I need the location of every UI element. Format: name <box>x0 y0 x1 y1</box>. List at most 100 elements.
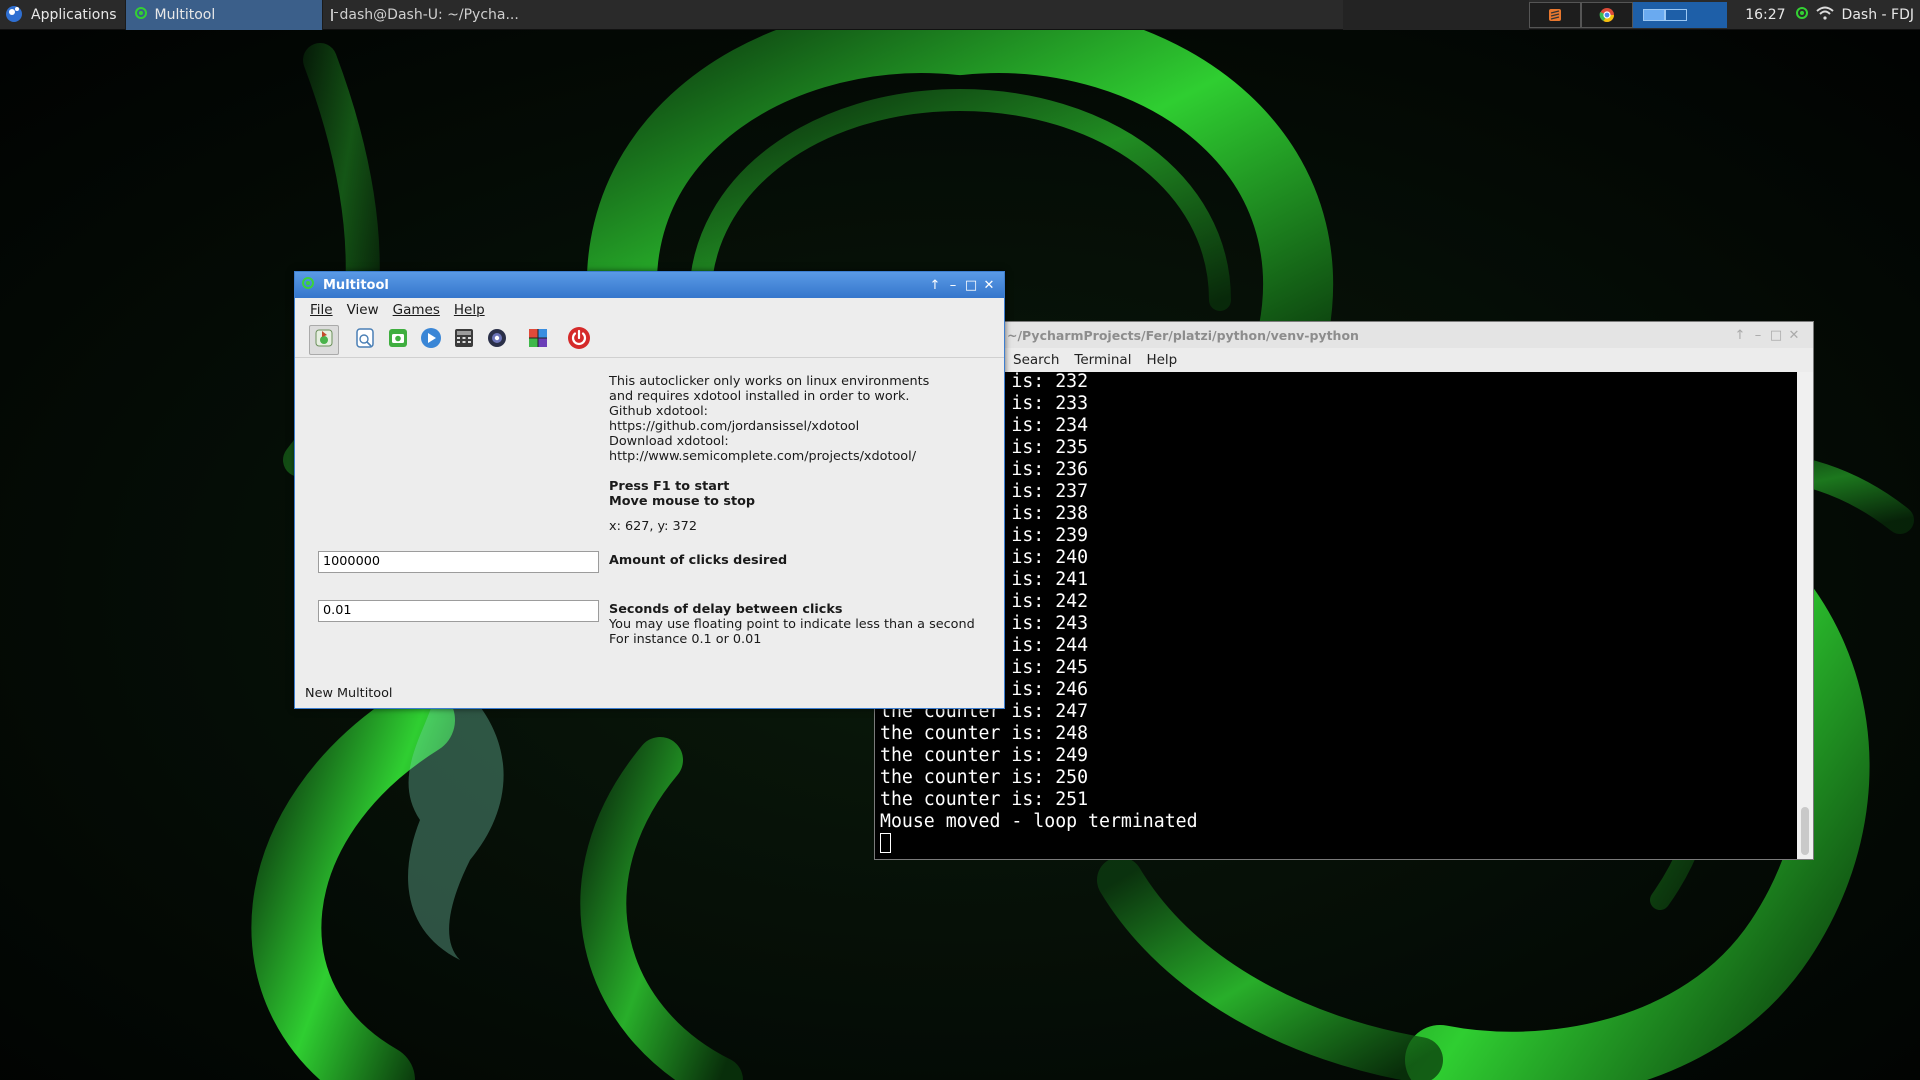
calculator-button[interactable] <box>449 325 479 355</box>
menu-help[interactable]: Help <box>1140 352 1186 368</box>
cube-game-icon <box>527 327 549 353</box>
terminal-line: the counter is: 233 <box>880 393 1089 414</box>
terminal-window: the counter is: 232the counter is: 233th… <box>874 321 1814 860</box>
autoclicker-button[interactable] <box>309 324 339 355</box>
power-icon <box>567 326 591 354</box>
clipboard-icon <box>354 327 376 353</box>
sublime-text-icon[interactable] <box>1529 1 1582 28</box>
minimize-icon[interactable]: – <box>944 278 962 293</box>
biohazard-tray-icon <box>1794 5 1810 25</box>
terminal-line: the counter is: 248 <box>880 723 1089 744</box>
workspace-2[interactable] <box>1665 8 1688 21</box>
window-title: Multitool <box>323 277 389 293</box>
multitool-titlebar[interactable]: Multitool ↑ – □ ✕ <box>295 272 1004 298</box>
move-stop-text: Move mouse to stop <box>609 494 756 509</box>
terminal-line: the counter is: 245 <box>880 657 1089 678</box>
delay-input[interactable]: 0.01 <box>318 600 599 622</box>
terminal-title: ~/PycharmProjects/Fer/platzi/python/venv… <box>1007 327 1359 343</box>
terminal-line: the counter is: 236 <box>880 459 1089 480</box>
menu-games[interactable]: Games <box>387 302 448 318</box>
terminal-line: the counter is: 242 <box>880 591 1089 612</box>
system-tray: 16:27 Dash - FDJ <box>1529 0 1920 30</box>
terminal-line: Mouse moved - loop terminated <box>880 811 1198 832</box>
download-link[interactable]: http://www.semicomplete.com/projects/xdo… <box>609 449 929 464</box>
taskbar-item-terminal[interactable]: dash@Dash-U: ~/Pycha... <box>323 0 523 30</box>
terminal-line: the counter is: 249 <box>880 745 1089 766</box>
github-link[interactable]: https://github.com/jordansissel/xdotool <box>609 419 929 434</box>
webcam-icon <box>486 327 508 353</box>
autoclicker-panel: This autoclicker only works on linux env… <box>295 358 1004 708</box>
clock[interactable]: 16:27 <box>1727 7 1793 23</box>
terminal-titlebar[interactable]: ~/PycharmProjects/Fer/platzi/python/venv… <box>875 322 1813 348</box>
multitool-menubar: File View Games Help <box>295 298 1004 322</box>
terminal-line: the counter is: 240 <box>880 547 1089 568</box>
terminal-menubar: Search Terminal Help <box>875 348 1813 372</box>
taskbar-item-label: Multitool <box>154 6 216 23</box>
taskbar-item-label: dash@Dash-U: ~/Pycha... <box>339 6 519 23</box>
terminal-line: the counter is: 241 <box>880 569 1089 590</box>
workspace-switcher[interactable] <box>1633 1 1728 28</box>
terminal-line: the counter is: 235 <box>880 437 1089 458</box>
menu-file[interactable]: File <box>304 302 341 318</box>
wifi-icon[interactable] <box>1815 6 1834 24</box>
info-line: Download xdotool: <box>609 434 729 449</box>
workspace-1[interactable] <box>1643 8 1666 21</box>
info-text: This autoclicker only works on linux env… <box>609 374 929 464</box>
biohazard-icon <box>301 276 315 294</box>
terminal-line: the counter is: 237 <box>880 481 1089 502</box>
clicks-input[interactable]: 1000000 <box>318 551 599 573</box>
info-line: and requires xdotool installed in order … <box>609 389 910 404</box>
close-icon[interactable]: ✕ <box>980 278 998 293</box>
terminal-scrollbar[interactable] <box>1797 372 1813 859</box>
maximize-icon[interactable]: □ <box>962 278 980 293</box>
play-button[interactable] <box>416 325 446 355</box>
delay-hint: You may use floating point to indicate l… <box>609 617 975 632</box>
info-line: Github xdotool: <box>609 404 708 419</box>
games-button[interactable] <box>523 325 553 355</box>
scrollbar-thumb[interactable] <box>1801 807 1809 855</box>
applications-label: Applications <box>31 6 117 23</box>
play-icon <box>420 327 442 353</box>
menu-help[interactable]: Help <box>448 302 493 318</box>
chrome-icon[interactable] <box>1581 1 1634 28</box>
multitool-toolbar <box>295 322 1004 358</box>
multitool-window: Multitool ↑ – □ ✕ File View Games Help T… <box>294 271 1005 709</box>
maximize-icon[interactable]: □ <box>1767 328 1785 343</box>
clipboard-button[interactable] <box>350 325 380 355</box>
quit-button[interactable] <box>564 325 594 355</box>
calculator-icon <box>453 327 475 353</box>
terminal-line: the counter is: 246 <box>880 679 1089 700</box>
close-icon[interactable]: ✕ <box>1785 328 1803 343</box>
xfce-mouse-icon <box>4 3 24 27</box>
terminal-line: the counter is: 243 <box>880 613 1089 634</box>
menu-view[interactable]: View <box>341 302 387 318</box>
menu-search[interactable]: Search <box>1007 352 1068 368</box>
menu-terminal[interactable]: Terminal <box>1068 352 1140 368</box>
biohazard-icon <box>134 6 148 24</box>
terminal-line: the counter is: 238 <box>880 503 1089 524</box>
terminal-output[interactable]: the counter is: 232the counter is: 233th… <box>880 371 1785 855</box>
info-line: This autoclicker only works on linux env… <box>609 374 930 389</box>
delay-label: Seconds of delay between clicks <box>609 602 843 617</box>
terminal-line: the counter is: 239 <box>880 525 1089 546</box>
applications-menu[interactable]: Applications <box>0 0 125 30</box>
terminal-prompt[interactable] <box>880 833 1785 855</box>
keep-above-icon[interactable]: ↑ <box>1731 328 1749 343</box>
user-menu[interactable]: Dash - FDJ <box>1842 7 1920 23</box>
screenshot-button[interactable] <box>383 325 413 355</box>
top-panel: Applications Multitool dash@Dash-U: ~/Py… <box>0 0 1920 30</box>
clicks-label: Amount of clicks desired <box>609 553 788 568</box>
press-start-text: Press F1 to start <box>609 479 730 494</box>
keep-above-icon[interactable]: ↑ <box>926 278 944 293</box>
terminal-line: the counter is: 232 <box>880 371 1089 392</box>
delay-example: For instance 0.1 or 0.01 <box>609 632 762 647</box>
minimize-icon[interactable]: – <box>1749 328 1767 343</box>
terminal-line: the counter is: 251 <box>880 789 1089 810</box>
terminal-line: the counter is: 234 <box>880 415 1089 436</box>
terminal-line: the counter is: 247 <box>880 701 1089 722</box>
panel-separator <box>1343 0 1530 30</box>
terminal-icon <box>330 8 338 21</box>
terminal-line: the counter is: 244 <box>880 635 1089 656</box>
webcam-button[interactable] <box>482 325 512 355</box>
taskbar-item-multitool[interactable]: Multitool <box>124 0 323 30</box>
